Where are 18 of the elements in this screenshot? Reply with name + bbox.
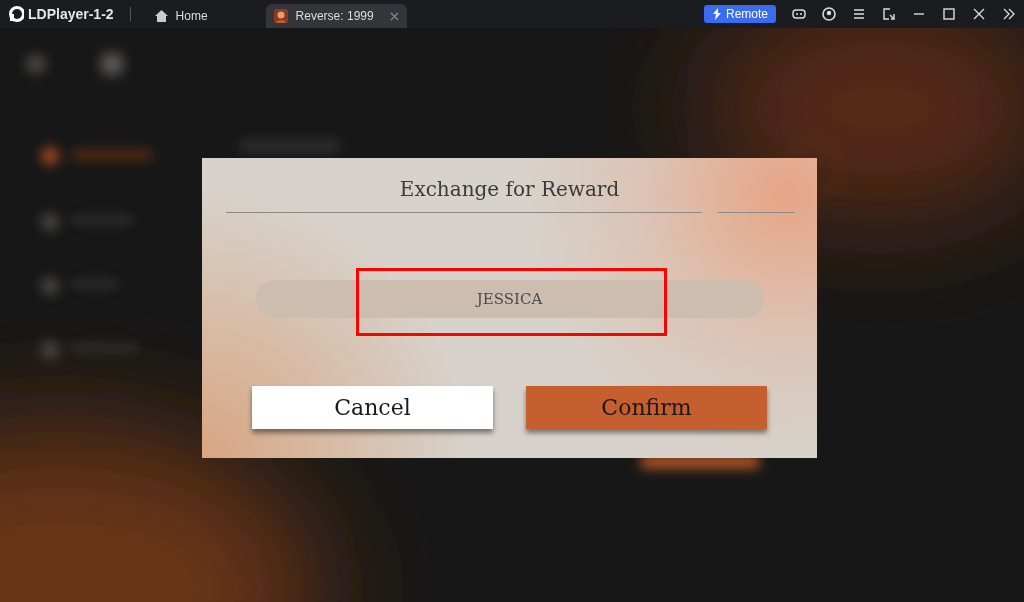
home-icon <box>154 10 168 22</box>
gamepad-icon[interactable] <box>792 7 806 21</box>
cancel-button[interactable]: Cancel <box>252 386 493 429</box>
game-avatar-icon <box>273 9 288 23</box>
resize-icon[interactable] <box>882 7 896 21</box>
name-field[interactable]: JESSICA <box>255 280 764 318</box>
logo-icon <box>8 6 24 22</box>
menu-icon[interactable] <box>852 7 866 21</box>
app-title: LDPlayer-1-2 <box>28 4 114 24</box>
maximize-icon[interactable] <box>942 7 956 21</box>
tab[interactable]: Reverse: 1999 <box>265 4 407 28</box>
confirm-button[interactable]: Confirm <box>526 386 767 429</box>
account-icon[interactable] <box>822 7 836 21</box>
remote-button[interactable]: Remote <box>703 5 776 23</box>
lightning-icon <box>711 8 722 20</box>
dialog-title: Exchange for Reward <box>399 176 620 203</box>
expand-icon[interactable] <box>1002 7 1016 21</box>
tab[interactable]: Home <box>146 4 216 28</box>
